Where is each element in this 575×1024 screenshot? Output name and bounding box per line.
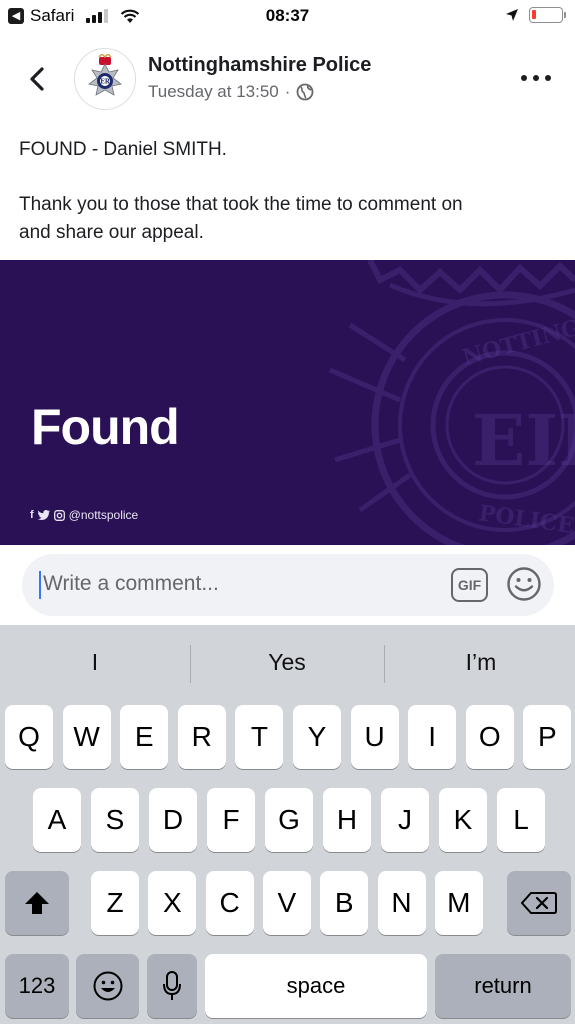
key-m[interactable]: M [434, 871, 483, 935]
back-button[interactable] [22, 62, 52, 96]
key-r[interactable]: R [177, 705, 226, 769]
page-name[interactable]: Nottinghamshire Police [148, 54, 371, 77]
battery-icon [529, 7, 566, 23]
post-timestamp[interactable]: Tuesday at 13:50 [148, 82, 279, 102]
dot-icon [533, 75, 539, 81]
emoji-icon [93, 971, 122, 1001]
comment-bar: Write a comment... GIF [0, 545, 575, 625]
suggestion-item[interactable]: Yes [192, 649, 382, 676]
backspace-icon [521, 892, 557, 914]
key-y[interactable]: Y [293, 705, 341, 769]
status-bar: ◀ Safari 08:37 [0, 0, 575, 34]
battery-level [532, 10, 536, 19]
key-x[interactable]: X [148, 871, 197, 935]
key-j[interactable]: J [381, 788, 429, 852]
status-time: 08:37 [265, 6, 310, 25]
post-meta: Tuesday at 13:50 · [148, 82, 314, 102]
page-avatar[interactable]: ER [74, 48, 136, 110]
microphone-icon [163, 971, 181, 1000]
key-l[interactable]: L [497, 788, 545, 852]
suggestion-item[interactable]: I [0, 649, 190, 676]
image-headline: Found [31, 399, 180, 455]
key-g[interactable]: G [265, 788, 313, 852]
suggestion-item[interactable]: I’m [386, 649, 575, 676]
police-badge-icon: ER [88, 54, 122, 96]
key-v[interactable]: V [262, 871, 311, 935]
dot-icon [545, 75, 551, 81]
key-w[interactable]: W [62, 705, 111, 769]
svg-text:ER: ER [100, 79, 111, 86]
instagram-icon [53, 509, 65, 521]
comment-input[interactable]: Write a comment... GIF [22, 554, 554, 616]
key-z[interactable]: Z [91, 871, 139, 935]
key-s[interactable]: S [91, 788, 139, 852]
emoji-keyboard-key[interactable] [76, 954, 139, 1018]
image-social-handles: f @nottspolice [30, 508, 138, 522]
key-f[interactable]: F [207, 788, 255, 852]
keyboard: I Yes I’m QWERTYUIOPASDFGHJKLZXCVBNM 123… [0, 625, 575, 1024]
chevron-left-icon [30, 67, 44, 91]
emoji-icon[interactable] [506, 566, 542, 602]
numbers-key[interactable]: 123 [5, 954, 69, 1018]
post-text-line: and share our appeal. [19, 222, 204, 243]
globe-icon [297, 83, 314, 101]
space-key[interactable]: space [205, 954, 427, 1018]
shift-key[interactable] [5, 871, 69, 935]
key-a[interactable]: A [33, 788, 81, 852]
image-handle: @nottspolice [68, 508, 139, 522]
dot-icon [521, 75, 527, 81]
post-header: ER Nottinghamshire Police Tuesday at 13:… [0, 44, 575, 116]
key-d[interactable]: D [149, 788, 197, 852]
key-h[interactable]: H [323, 788, 371, 852]
key-k[interactable]: K [439, 788, 487, 852]
key-b[interactable]: B [320, 871, 369, 935]
predictive-bar: I Yes I’m [0, 625, 575, 703]
key-c[interactable]: C [205, 871, 254, 935]
dictation-key[interactable] [147, 954, 197, 1018]
location-arrow-icon [506, 9, 518, 21]
more-options-button[interactable] [521, 68, 551, 88]
return-key[interactable]: return [435, 954, 571, 1018]
meta-separator: · [284, 82, 291, 101]
key-e[interactable]: E [120, 705, 169, 769]
badge-text-bottom: POLICE [477, 500, 575, 539]
key-t[interactable]: T [235, 705, 284, 769]
key-q[interactable]: Q [5, 705, 53, 769]
twitter-icon [37, 510, 50, 520]
post-text: FOUND - Daniel SMITH. Thank you to those… [19, 136, 559, 247]
text-caret [39, 571, 41, 599]
facebook-icon: f [30, 509, 34, 521]
post-text-line: Thank you to those that took the time to… [19, 194, 463, 215]
key-u[interactable]: U [350, 705, 399, 769]
backspace-key[interactable] [507, 871, 571, 935]
post-text-line: FOUND - Daniel SMITH. [19, 139, 227, 160]
gif-button[interactable]: GIF [451, 568, 488, 602]
key-p[interactable]: P [523, 705, 572, 769]
comment-placeholder: Write a comment... [43, 572, 219, 595]
key-i[interactable]: I [408, 705, 457, 769]
shift-icon [25, 892, 49, 914]
badge-monogram: EIIR [472, 399, 575, 482]
key-n[interactable]: N [377, 871, 426, 935]
key-o[interactable]: O [465, 705, 514, 769]
